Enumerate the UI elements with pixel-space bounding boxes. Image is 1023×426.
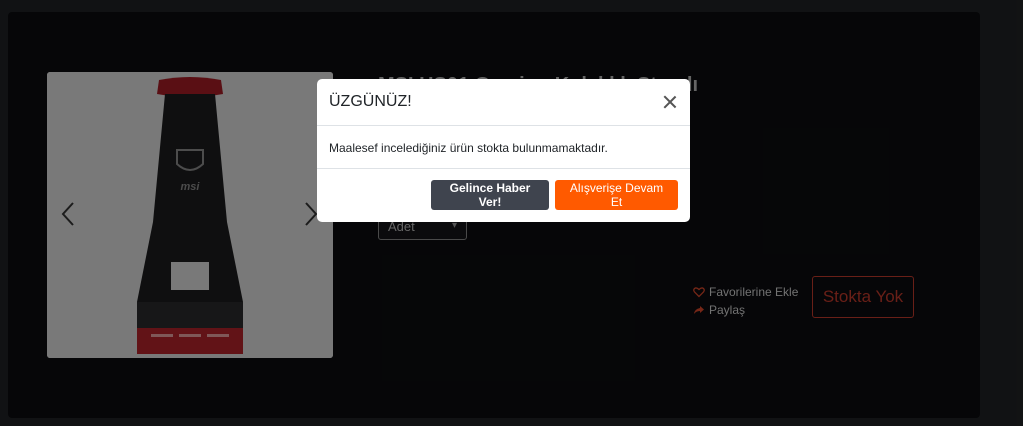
- modal-message: Maalesef incelediğiniz ürün stokta bulun…: [317, 126, 690, 169]
- modal-title: ÜZGÜNÜZ!: [329, 93, 412, 110]
- modal-footer: Gelince Haber Ver! Alışverişe Devam Et: [317, 169, 690, 221]
- notify-me-button[interactable]: Gelince Haber Ver!: [431, 180, 549, 210]
- modal-header: ÜZGÜNÜZ!: [317, 79, 690, 126]
- out-of-stock-modal: ÜZGÜNÜZ! Maalesef incelediğiniz ürün sto…: [317, 79, 690, 222]
- continue-shopping-button[interactable]: Alışverişe Devam Et: [555, 180, 678, 210]
- close-icon[interactable]: [661, 93, 679, 111]
